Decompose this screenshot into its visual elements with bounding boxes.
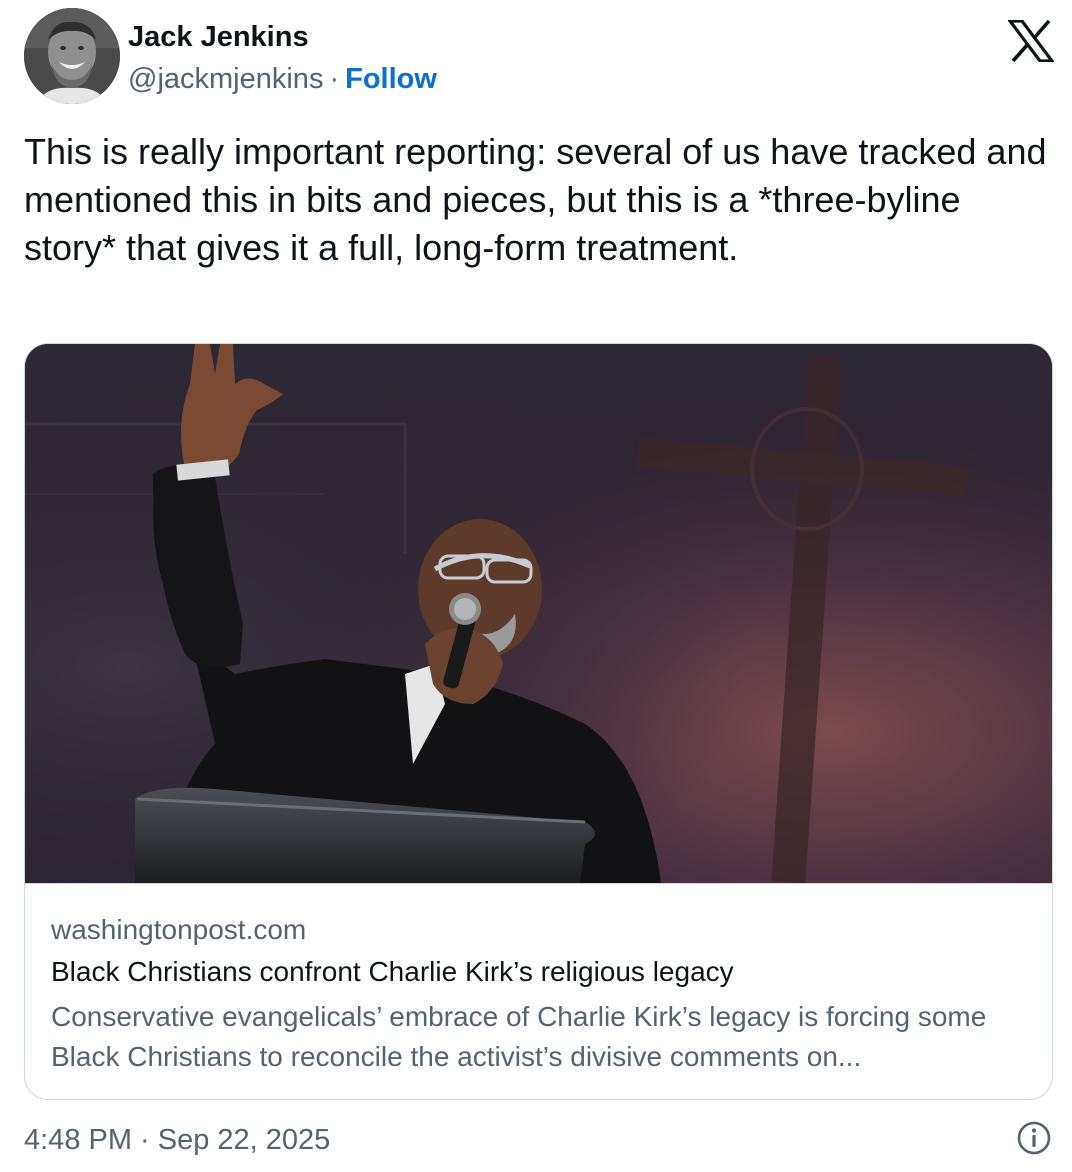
handle-row: @jackmjenkins · Follow <box>128 62 437 96</box>
tweet-text: This is really important reporting: seve… <box>24 131 1047 268</box>
avatar-photo <box>24 8 120 104</box>
tweet-header: Jack Jenkins @jackmjenkins · Follow <box>24 8 1054 104</box>
timestamp[interactable]: 4:48 PM · Sep 22, 2025 <box>24 1122 330 1158</box>
info-icon[interactable] <box>1016 1120 1052 1156</box>
tweet-footer: 4:48 PM · Sep 22, 2025 <box>24 1120 1052 1160</box>
card-domain: washingtonpost.com <box>51 914 307 945</box>
card-description: Conservative evangelicals’ embrace of Ch… <box>51 1001 987 1072</box>
x-logo-icon[interactable] <box>1008 20 1054 62</box>
author-name[interactable]: Jack Jenkins <box>128 20 309 54</box>
card-title[interactable]: Black Christians confront Charlie Kirk’s… <box>51 954 1028 990</box>
author-handle[interactable]: @jackmjenkins <box>128 63 323 95</box>
separator-dot: · <box>329 63 340 95</box>
avatar[interactable] <box>24 8 120 104</box>
card-image[interactable] <box>25 344 1052 884</box>
photo-preacher-at-pulpit <box>25 344 1052 883</box>
link-card[interactable]: washingtonpost.com Black Christians conf… <box>24 343 1053 1100</box>
tweet-embed: Jack Jenkins @jackmjenkins · Follow This i… <box>0 0 1072 1172</box>
follow-button[interactable]: Follow <box>345 63 437 95</box>
card-body: washingtonpost.com Black Christians conf… <box>51 912 1028 1077</box>
